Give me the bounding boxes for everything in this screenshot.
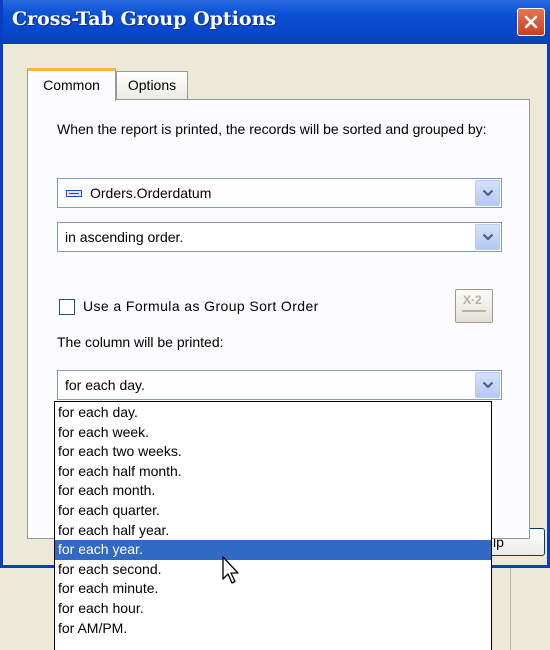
sort-order-value: in ascending order. xyxy=(65,229,184,245)
dropdown-option[interactable]: for each half year. xyxy=(55,521,491,541)
dropdown-option[interactable]: for AM/PM. xyxy=(55,619,491,639)
sort-field-combobox[interactable]: Orders.Orderdatum xyxy=(57,178,502,208)
print-interval-value: for each day. xyxy=(65,377,145,393)
formula-button[interactable]: X·2 xyxy=(455,289,493,323)
dialog-title: Cross-Tab Group Options xyxy=(12,8,277,30)
dropdown-option[interactable]: for each day. xyxy=(55,403,491,423)
tab-options[interactable]: Options xyxy=(116,71,188,99)
chevron-down-icon xyxy=(482,189,494,197)
intro-text: When the report is printed, the records … xyxy=(57,121,487,137)
dropdown-option[interactable]: for each minute. xyxy=(55,579,491,599)
chevron-down-icon xyxy=(482,381,494,389)
dropdown-option[interactable]: for each hour. xyxy=(55,599,491,619)
formula-icon: X·2 xyxy=(463,293,482,307)
print-interval-dropdown-list[interactable]: for each day. for each week. for each tw… xyxy=(54,401,492,650)
formula-sort-checkbox[interactable] xyxy=(59,299,75,315)
dropdown-option[interactable]: for each second. xyxy=(55,560,491,580)
dropdown-option[interactable]: for each half month. xyxy=(55,462,491,482)
dropdown-option[interactable]: for each month. xyxy=(55,481,491,501)
title-bar[interactable]: Cross-Tab Group Options xyxy=(3,0,550,44)
print-interval-dropdown-button[interactable] xyxy=(475,372,500,398)
sort-order-dropdown-button[interactable] xyxy=(475,224,500,250)
tab-options-label: Options xyxy=(127,77,177,93)
print-interval-combobox[interactable]: for each day. xyxy=(57,370,502,400)
chevron-down-icon xyxy=(482,233,494,241)
mouse-cursor-icon xyxy=(222,556,240,589)
dropdown-option-highlighted[interactable]: for each year. xyxy=(55,540,491,560)
tab-common[interactable]: Common xyxy=(27,68,116,101)
dropdown-option[interactable]: for each two weeks. xyxy=(55,442,491,462)
close-button[interactable] xyxy=(517,8,545,36)
sort-field-value: Orders.Orderdatum xyxy=(90,185,212,201)
database-field-icon xyxy=(66,190,82,197)
dropdown-option[interactable]: for each week. xyxy=(55,423,491,443)
formula-sort-label[interactable]: Use a Formula as Group Sort Order xyxy=(83,298,319,314)
sort-field-dropdown-button[interactable] xyxy=(475,180,500,206)
sort-order-combobox[interactable]: in ascending order. xyxy=(57,222,502,252)
tab-common-label: Common xyxy=(43,77,100,93)
print-interval-label: The column will be printed: xyxy=(57,334,224,350)
dropdown-option[interactable]: for each quarter. xyxy=(55,501,491,521)
